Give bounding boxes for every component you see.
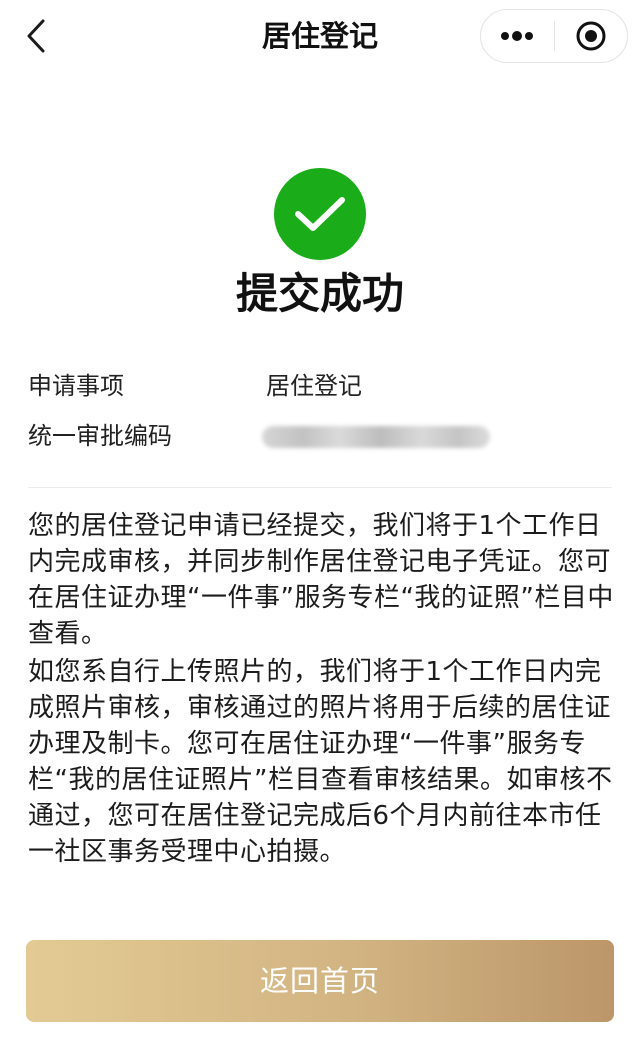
approval-code-label: 统一审批编码	[28, 422, 172, 450]
application-item-label: 申请事项	[28, 372, 124, 400]
notice-paragraph-2: 如您系自行上传照片的，我们将于1个工作日内完成照片审核，审核通过的照片将用于后续…	[28, 657, 613, 867]
close-button[interactable]	[555, 10, 628, 62]
return-home-button[interactable]: 返回首页	[26, 940, 614, 1022]
approval-code-redacted	[262, 426, 490, 448]
notice-paragraph-1: 您的居住登记申请已经提交，我们将于1个工作日内完成审核，并同步制作居住登记电子凭…	[28, 511, 614, 649]
mini-program-capsule	[480, 9, 628, 63]
more-dots-icon	[501, 31, 534, 41]
check-circle-icon	[274, 168, 366, 260]
more-button[interactable]	[481, 10, 554, 62]
page: 居住登记 提交成功 申请事项 居住登记 统一审批编码 您的居住登记申请已经提交，…	[0, 0, 640, 1046]
target-circle-icon	[576, 21, 606, 51]
success-title: 提交成功	[235, 269, 404, 318]
nav-bar: 居住登记	[0, 0, 640, 74]
divider	[28, 487, 612, 488]
application-item-value: 居住登记	[266, 372, 362, 400]
approval-code-row: 统一审批编码	[28, 416, 612, 456]
application-item-row: 申请事项 居住登记	[28, 366, 612, 406]
